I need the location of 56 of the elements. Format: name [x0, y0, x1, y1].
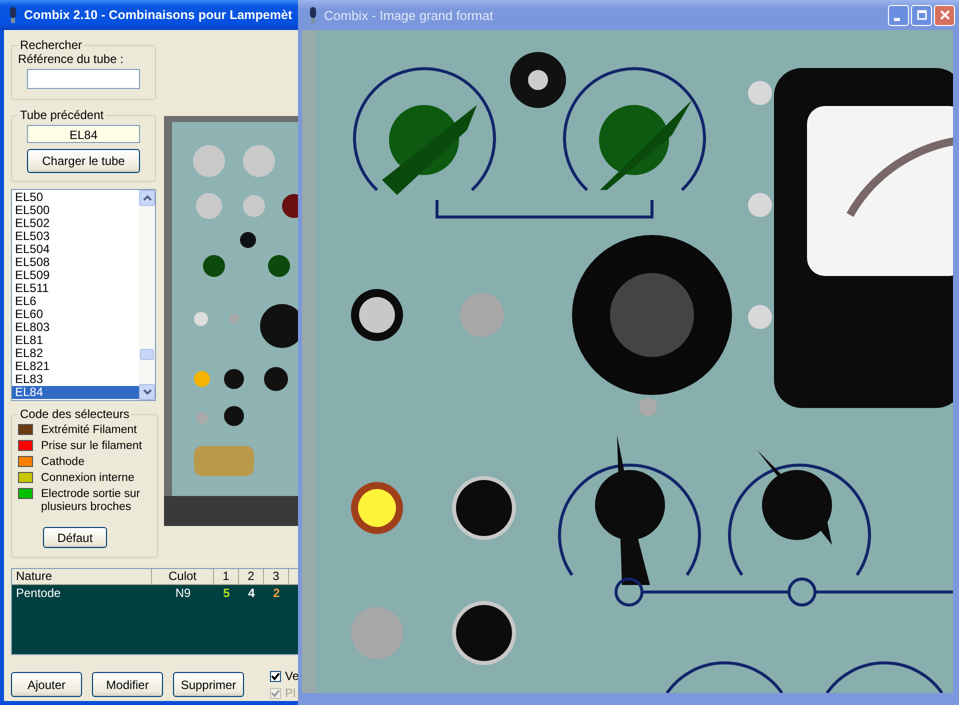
previous-tube-field: EL84 — [27, 125, 140, 143]
list-item[interactable]: EL508 — [12, 256, 139, 269]
table-cell-text: 2 — [272, 585, 281, 601]
group-title: Tube précédent — [19, 108, 105, 122]
legend-label: Connexion interne — [41, 472, 136, 485]
table-cell-text: N9 — [174, 585, 192, 601]
table-cell-text: Pentode — [15, 585, 62, 601]
minimize-icon — [894, 18, 900, 20]
group-title: Code des sélecteurs — [19, 407, 130, 421]
scroll-thumb[interactable] — [140, 349, 154, 360]
checkbox-label: Pl — [285, 686, 296, 700]
action-button[interactable]: Modifier — [92, 672, 163, 697]
tube-icon — [308, 7, 318, 23]
checkbox[interactable] — [270, 670, 281, 682]
scroll-up-icon[interactable] — [139, 190, 155, 206]
list-item[interactable]: EL84 — [12, 386, 139, 399]
list-item[interactable]: EL81 — [12, 334, 139, 347]
tube-reference-field[interactable] — [27, 69, 140, 89]
scroll-down-icon[interactable] — [139, 384, 155, 400]
maximize-icon — [916, 10, 926, 20]
list-item[interactable]: EL803 — [12, 321, 139, 334]
list-item[interactable]: EL50 — [12, 191, 139, 204]
column-header[interactable]: 2 — [239, 569, 264, 585]
window-title: Combix - Image grand format — [324, 8, 494, 22]
default-button[interactable]: Défaut — [43, 527, 107, 548]
table-cell-text: 5 — [222, 585, 231, 601]
list-item[interactable]: EL511 — [12, 282, 139, 295]
checkbox-label: Ve — [285, 669, 300, 683]
list-item[interactable]: EL83 — [12, 373, 139, 386]
action-button[interactable]: Supprimer — [173, 672, 244, 697]
list-item[interactable]: EL503 — [12, 230, 139, 243]
list-item[interactable]: EL82 — [12, 347, 139, 360]
list-item[interactable]: EL500 — [12, 204, 139, 217]
load-tube-button[interactable]: Charger le tube — [27, 149, 140, 173]
window-title: Combix 2.10 - Combinaisons pour Lampemèt — [24, 8, 292, 22]
list-item[interactable]: EL6 — [12, 295, 139, 308]
list-item[interactable]: EL821 — [12, 360, 139, 373]
scrollbar[interactable] — [139, 190, 155, 400]
column-header[interactable]: Culot — [152, 569, 214, 585]
column-header[interactable]: Nature — [12, 569, 152, 585]
table-cell-text: 4 — [247, 585, 256, 601]
tube-icon — [8, 7, 18, 23]
legend-label: Prise sur le filament — [41, 440, 143, 453]
list-item[interactable]: EL502 — [12, 217, 139, 230]
legend-label: Electrode sortie sur plusieurs broches — [41, 488, 142, 514]
field-label: Référence du tube : — [18, 52, 124, 66]
group-title: Rechercher — [19, 38, 84, 52]
legend-label: Extrémité Filament — [41, 424, 138, 437]
legend-label: Cathode — [41, 456, 86, 469]
close-icon — [940, 10, 950, 20]
column-header[interactable]: 3 — [264, 569, 289, 585]
column-header[interactable]: 1 — [214, 569, 239, 585]
list-item[interactable]: EL504 — [12, 243, 139, 256]
list-item[interactable]: EL509 — [12, 269, 139, 282]
list-item[interactable]: EL60 — [12, 308, 139, 321]
action-button[interactable]: Ajouter — [11, 672, 82, 697]
